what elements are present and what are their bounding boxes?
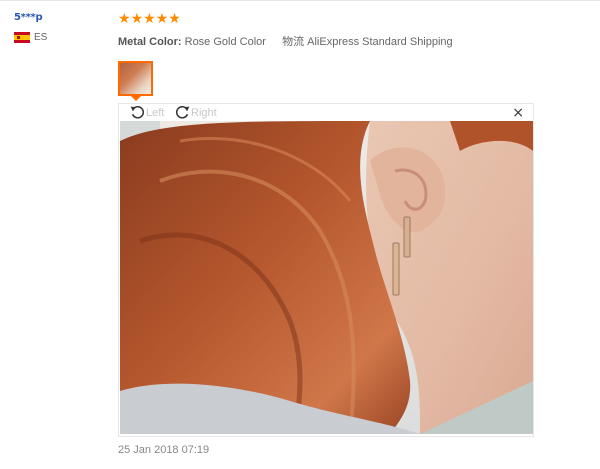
star-icon: ★ — [130, 11, 144, 27]
earring-photo — [120, 121, 533, 434]
shipping-value: AliExpress Standard Shipping — [307, 36, 453, 48]
rotate-right-button[interactable]: Right — [174, 104, 217, 121]
spain-flag-icon — [14, 32, 30, 43]
star-icon: ★ — [168, 11, 181, 27]
rotate-left-icon — [130, 106, 145, 119]
order-attributes: Metal Color: Rose Gold Color 物流 AliExpre… — [118, 33, 453, 49]
star-icon: ★ — [118, 11, 131, 27]
rating-stars: ★ ★ ★ ★ ★ — [118, 12, 181, 26]
divider — [0, 0, 600, 1]
reviewer-country: ES — [14, 32, 104, 43]
reviewer-info: 5***p ES — [14, 12, 104, 43]
star-icon: ★ — [155, 11, 169, 27]
country-code: ES — [34, 32, 48, 43]
rotate-right-icon — [175, 106, 190, 119]
rotate-left-button[interactable]: Left — [129, 104, 164, 121]
rotate-right-label: Right — [191, 106, 217, 119]
metal-color-value: Rose Gold Color — [184, 36, 266, 48]
review-photo-thumbnail[interactable] — [118, 61, 153, 96]
shipping-label: 物流 — [282, 36, 305, 48]
review-photo-large — [120, 121, 533, 434]
photo-viewer: Left Right × — [118, 103, 534, 437]
reviewer-name[interactable]: 5***p — [14, 12, 104, 23]
star-icon: ★ — [143, 11, 156, 27]
review-date: 25 Jan 2018 07:19 — [118, 444, 210, 456]
close-icon[interactable]: × — [512, 106, 524, 120]
thumbnail-pointer-icon — [131, 96, 141, 101]
rotate-left-label: Left — [146, 106, 165, 119]
metal-color-label: Metal Color: — [118, 36, 182, 48]
viewer-toolbar: Left Right × — [119, 104, 533, 121]
